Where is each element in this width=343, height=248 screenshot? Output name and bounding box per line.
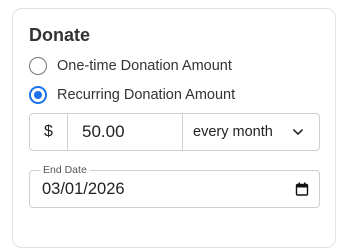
currency-symbol: $ [30,114,68,150]
amount-input-group: $ every month [29,113,320,151]
one-time-label: One-time Donation Amount [57,58,232,74]
recurring-label: Recurring Donation Amount [57,87,236,103]
one-time-radio[interactable] [29,57,47,75]
chevron-down-icon [293,127,303,137]
end-date-value[interactable]: 03/01/2026 [42,180,125,199]
calendar-icon[interactable] [295,182,309,196]
one-time-option[interactable]: One-time Donation Amount [29,57,232,75]
frequency-select[interactable]: every month [183,114,319,150]
end-date-field[interactable]: End Date 03/01/2026 [29,164,320,208]
frequency-value: every month [193,124,273,140]
amount-input[interactable] [68,114,183,150]
donate-card: Donate One-time Donation Amount Recurrin… [12,8,336,248]
recurring-radio[interactable] [29,86,47,104]
donate-title: Donate [29,25,91,45]
end-date-label: End Date [40,164,90,176]
recurring-option[interactable]: Recurring Donation Amount [29,86,235,104]
